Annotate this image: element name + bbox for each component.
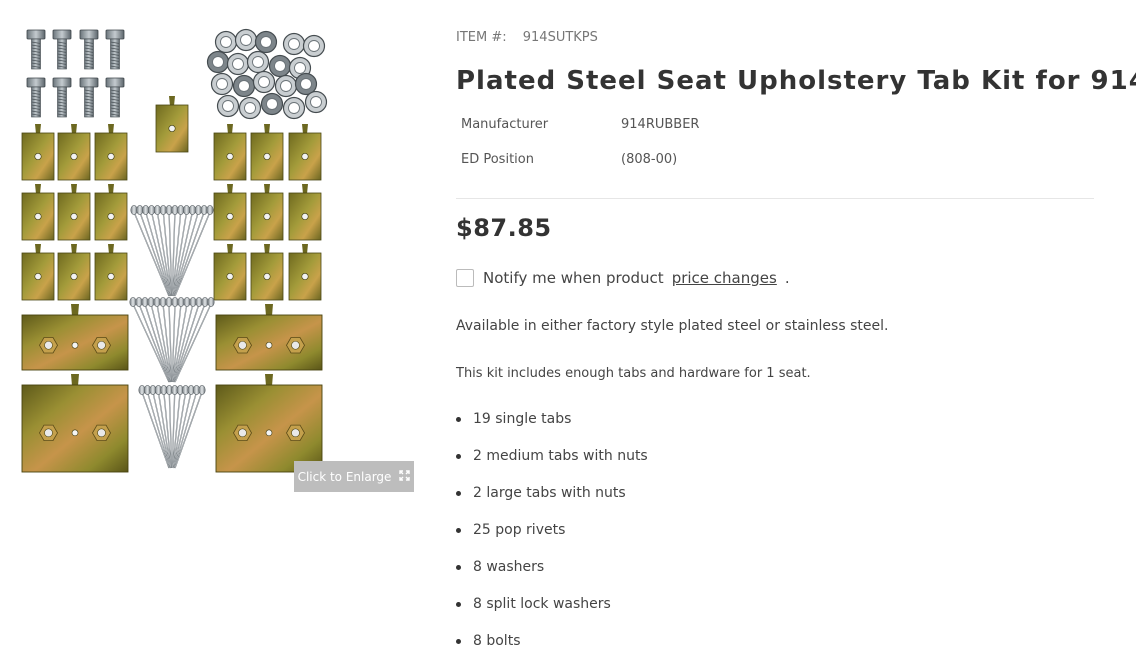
single-tab <box>94 244 128 301</box>
single-tab <box>288 184 322 241</box>
pop-rivet <box>173 205 202 297</box>
kit-includes-text: This kit includes enough tabs and hardwa… <box>456 366 811 381</box>
single-tab <box>213 124 247 181</box>
bolt <box>26 77 46 118</box>
single-tab <box>250 244 284 301</box>
product-price: $87.85 <box>456 214 552 242</box>
enlarge-label: Click to Enlarge <box>297 469 392 484</box>
single-tab <box>94 184 128 241</box>
feature-item: 8 bolts <box>456 623 648 660</box>
click-to-enlarge-button[interactable]: Click to Enlarge <box>294 461 414 492</box>
top-bar <box>0 0 1136 12</box>
spec-value: (808-00) <box>621 152 678 167</box>
feature-list: 19 single tabs 2 medium tabs with nuts 2… <box>456 401 648 660</box>
bolt <box>79 77 99 118</box>
bolts-group <box>26 29 125 118</box>
single-tab <box>21 124 55 181</box>
single-tab <box>250 184 284 241</box>
feature-item: 8 split lock washers <box>456 586 648 623</box>
price-changes-link[interactable]: price changes <box>672 269 777 287</box>
notify-checkbox[interactable] <box>456 269 474 287</box>
spec-ed-position: ED Position (808-00) <box>461 152 677 167</box>
bolt <box>79 29 99 70</box>
product-description: Available in either factory style plated… <box>456 318 889 334</box>
product-image[interactable] <box>0 12 414 492</box>
single-tab <box>250 124 284 181</box>
single-tab <box>94 124 128 181</box>
single-tab <box>57 124 91 181</box>
item-number: ITEM #: 914SUTKPS <box>456 30 598 45</box>
product-title: Plated Steel Seat Upholstery Tab Kit for… <box>456 66 1136 96</box>
feature-item: 25 pop rivets <box>456 512 648 549</box>
feature-item: 2 medium tabs with nuts <box>456 438 648 475</box>
feature-item: 8 washers <box>456 549 648 586</box>
product-image-gallery[interactable] <box>0 12 414 492</box>
single-tab <box>213 244 247 301</box>
nut-tab <box>21 374 129 473</box>
nut-tab <box>215 304 323 371</box>
single-tab <box>21 184 55 241</box>
pop-rivet <box>173 297 203 383</box>
pop-rivet <box>173 385 201 469</box>
bolt <box>52 77 72 118</box>
washers-group <box>206 28 328 120</box>
feature-item: 19 single tabs <box>456 401 648 438</box>
single-tab <box>288 124 322 181</box>
single-tab <box>57 244 91 301</box>
pop-rivet <box>143 385 171 469</box>
divider <box>456 198 1094 199</box>
spec-label: Manufacturer <box>461 117 549 132</box>
nut-tab <box>215 374 323 473</box>
bolt <box>105 29 125 70</box>
single-tab <box>21 244 55 301</box>
single-tab <box>57 184 91 241</box>
feature-item: 2 large tabs with nuts <box>456 475 648 512</box>
bolt <box>26 29 46 70</box>
price-notify-row: Notify me when product price changes . <box>456 269 790 287</box>
single-tab <box>288 244 322 301</box>
item-sku: 914SUTKPS <box>522 30 598 45</box>
spec-manufacturer: Manufacturer 914RUBBER <box>461 117 699 132</box>
notify-text: Notify me when product <box>483 269 664 287</box>
pop-rivet <box>142 205 171 297</box>
pop-rivet <box>141 297 171 383</box>
item-number-label: ITEM #: <box>456 30 507 45</box>
pop-rivets-group <box>129 205 215 469</box>
spec-value: 914RUBBER <box>621 117 700 132</box>
notify-suffix: . <box>784 269 790 287</box>
bolt <box>52 29 72 70</box>
single-tab <box>213 184 247 241</box>
nut-tab <box>21 304 129 371</box>
bolt <box>105 77 125 118</box>
single-tab <box>155 96 189 153</box>
spec-label: ED Position <box>461 152 534 167</box>
expand-arrows-icon <box>399 470 411 483</box>
